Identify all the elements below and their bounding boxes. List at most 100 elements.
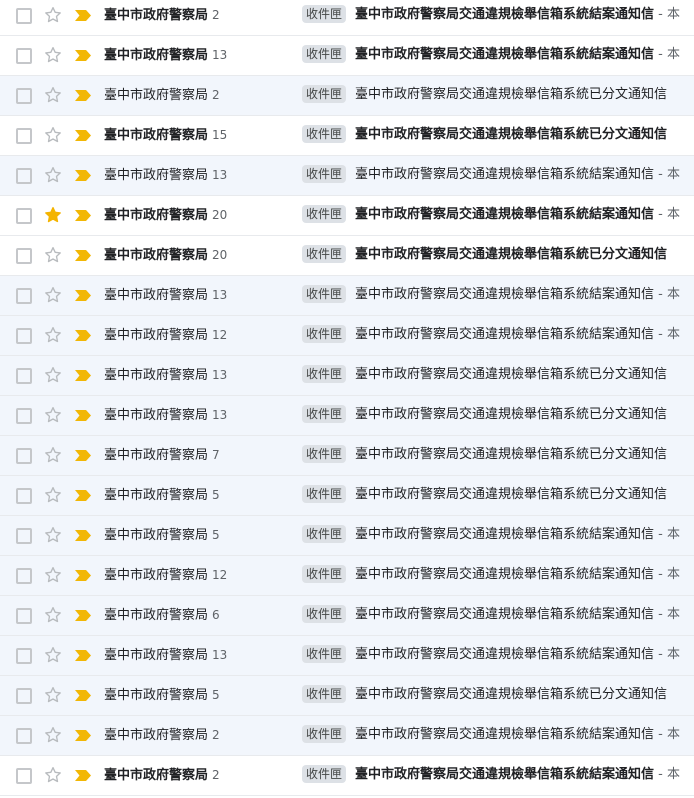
checkbox-icon[interactable] (16, 688, 32, 704)
importance-marker-icon[interactable] (74, 689, 92, 702)
email-row[interactable]: 臺中市政府警察局 6 收件匣 臺中市政府警察局交通違規檢舉信箱系統結案通知信 - … (0, 596, 694, 636)
email-row[interactable]: 臺中市政府警察局 13 收件匣 臺中市政府警察局交通違規檢舉信箱系統已分文通知信 (0, 356, 694, 396)
email-row[interactable]: 臺中市政府警察局 5 收件匣 臺中市政府警察局交通違規檢舉信箱系統已分文通知信 (0, 676, 694, 716)
label-chip-inbox[interactable]: 收件匣 (302, 85, 347, 103)
star-icon[interactable] (43, 5, 63, 25)
star-icon[interactable] (43, 45, 63, 65)
importance-marker-icon[interactable] (74, 329, 92, 342)
checkbox-icon[interactable] (16, 648, 32, 664)
email-row[interactable]: 臺中市政府警察局 2 收件匣 臺中市政府警察局交通違規檢舉信箱系統結案通知信 - … (0, 716, 694, 756)
checkbox-icon[interactable] (16, 248, 32, 264)
star-icon[interactable] (43, 525, 63, 545)
checkbox-icon[interactable] (16, 168, 32, 184)
checkbox-icon[interactable] (16, 728, 32, 744)
checkbox-icon[interactable] (16, 328, 32, 344)
email-row[interactable]: 臺中市政府警察局 12 收件匣 臺中市政府警察局交通違規檢舉信箱系統結案通知信 -… (0, 556, 694, 596)
checkbox-icon[interactable] (16, 288, 32, 304)
email-row[interactable]: 臺中市政府警察局 13 收件匣 臺中市政府警察局交通違規檢舉信箱系統結案通知信 -… (0, 36, 694, 76)
importance-marker-icon[interactable] (74, 609, 92, 622)
label-chip-inbox[interactable]: 收件匣 (302, 325, 347, 343)
label-chip-inbox[interactable]: 收件匣 (302, 285, 347, 303)
importance-marker-icon[interactable] (74, 209, 92, 222)
star-icon[interactable] (43, 605, 63, 625)
star-icon[interactable] (43, 285, 63, 305)
email-row[interactable]: 臺中市政府警察局 5 收件匣 臺中市政府警察局交通違規檢舉信箱系統結案通知信 - … (0, 516, 694, 556)
checkbox-icon[interactable] (16, 88, 32, 104)
checkbox-icon[interactable] (16, 408, 32, 424)
email-row[interactable]: 臺中市政府警察局 20 收件匣 臺中市政府警察局交通違規檢舉信箱系統已分文通知信 (0, 236, 694, 276)
label-chip-inbox[interactable]: 收件匣 (302, 645, 347, 663)
checkbox-icon[interactable] (16, 568, 32, 584)
star-icon[interactable] (43, 445, 63, 465)
star-icon[interactable] (43, 645, 63, 665)
importance-marker-icon[interactable] (74, 529, 92, 542)
importance-marker-icon[interactable] (74, 169, 92, 182)
label-chip-inbox[interactable]: 收件匣 (302, 205, 347, 223)
importance-marker-icon[interactable] (74, 9, 92, 22)
star-icon[interactable] (43, 165, 63, 185)
label-chip-inbox[interactable]: 收件匣 (302, 405, 347, 423)
email-row[interactable]: 臺中市政府警察局 15 收件匣 臺中市政府警察局交通違規檢舉信箱系統已分文通知信 (0, 116, 694, 156)
email-row[interactable]: 臺中市政府警察局 13 收件匣 臺中市政府警察局交通違規檢舉信箱系統已分文通知信 (0, 396, 694, 436)
label-chip-inbox[interactable]: 收件匣 (302, 725, 347, 743)
email-row[interactable]: 臺中市政府警察局 13 收件匣 臺中市政府警察局交通違規檢舉信箱系統結案通知信 -… (0, 276, 694, 316)
star-filled-icon[interactable] (43, 205, 63, 225)
label-chip-inbox[interactable]: 收件匣 (302, 245, 347, 263)
importance-marker-icon[interactable] (74, 649, 92, 662)
importance-marker-icon[interactable] (74, 289, 92, 302)
email-row[interactable]: 臺中市政府警察局 7 收件匣 臺中市政府警察局交通違規檢舉信箱系統已分文通知信 (0, 436, 694, 476)
label-chip-inbox[interactable]: 收件匣 (302, 5, 347, 23)
checkbox-icon[interactable] (16, 128, 32, 144)
star-icon[interactable] (43, 565, 63, 585)
checkbox-icon[interactable] (16, 488, 32, 504)
label-chip-inbox[interactable]: 收件匣 (302, 565, 347, 583)
importance-marker-icon[interactable] (74, 489, 92, 502)
star-icon[interactable] (43, 325, 63, 345)
email-row[interactable]: 臺中市政府警察局 13 收件匣 臺中市政府警察局交通違規檢舉信箱系統結案通知信 -… (0, 156, 694, 196)
label-chip-inbox[interactable]: 收件匣 (302, 445, 347, 463)
email-row[interactable]: 臺中市政府警察局 2 收件匣 臺中市政府警察局交通違規檢舉信箱系統結案通知信 - … (0, 756, 694, 796)
checkbox-icon[interactable] (16, 608, 32, 624)
star-icon[interactable] (43, 85, 63, 105)
importance-marker-icon[interactable] (74, 249, 92, 262)
email-row[interactable]: 臺中市政府警察局 5 收件匣 臺中市政府警察局交通違規檢舉信箱系統已分文通知信 (0, 476, 694, 516)
checkbox-icon[interactable] (16, 8, 32, 24)
checkbox-icon[interactable] (16, 528, 32, 544)
label-chip-inbox[interactable]: 收件匣 (302, 765, 347, 783)
importance-marker-icon[interactable] (74, 769, 92, 782)
checkbox-icon[interactable] (16, 448, 32, 464)
checkbox-icon[interactable] (16, 368, 32, 384)
star-icon[interactable] (43, 685, 63, 705)
checkbox-icon[interactable] (16, 48, 32, 64)
email-row[interactable]: 臺中市政府警察局 2 收件匣 臺中市政府警察局交通違規檢舉信箱系統已分文通知信 (0, 76, 694, 116)
star-icon[interactable] (43, 725, 63, 745)
label-chip-inbox[interactable]: 收件匣 (302, 525, 347, 543)
email-row[interactable]: 臺中市政府警察局 2 收件匣 臺中市政府警察局交通違規檢舉信箱系統結案通知信 - … (0, 0, 694, 36)
email-row[interactable]: 臺中市政府警察局 12 收件匣 臺中市政府警察局交通違規檢舉信箱系統結案通知信 -… (0, 316, 694, 356)
importance-marker-icon[interactable] (74, 129, 92, 142)
importance-marker-icon[interactable] (74, 449, 92, 462)
importance-marker-icon[interactable] (74, 49, 92, 62)
star-icon[interactable] (43, 125, 63, 145)
importance-marker-icon[interactable] (74, 569, 92, 582)
label-chip-inbox[interactable]: 收件匣 (302, 165, 347, 183)
star-icon[interactable] (43, 365, 63, 385)
label-chip-inbox[interactable]: 收件匣 (302, 685, 347, 703)
star-icon[interactable] (43, 485, 63, 505)
checkbox-icon[interactable] (16, 768, 32, 784)
importance-marker-icon[interactable] (74, 89, 92, 102)
email-row[interactable]: 臺中市政府警察局 20 收件匣 臺中市政府警察局交通違規檢舉信箱系統結案通知信 -… (0, 196, 694, 236)
email-row[interactable]: 臺中市政府警察局 13 收件匣 臺中市政府警察局交通違規檢舉信箱系統結案通知信 -… (0, 636, 694, 676)
importance-marker-icon[interactable] (74, 409, 92, 422)
label-chip-inbox[interactable]: 收件匣 (302, 605, 347, 623)
label-chip-inbox[interactable]: 收件匣 (302, 45, 347, 63)
label-chip-inbox[interactable]: 收件匣 (302, 365, 347, 383)
label-chip-inbox[interactable]: 收件匣 (302, 485, 347, 503)
star-icon[interactable] (43, 765, 63, 785)
importance-marker-icon[interactable] (74, 369, 92, 382)
star-icon[interactable] (43, 405, 63, 425)
star-icon[interactable] (43, 245, 63, 265)
label-chip-inbox[interactable]: 收件匣 (302, 125, 347, 143)
checkbox-icon[interactable] (16, 208, 32, 224)
importance-marker-icon[interactable] (74, 729, 92, 742)
